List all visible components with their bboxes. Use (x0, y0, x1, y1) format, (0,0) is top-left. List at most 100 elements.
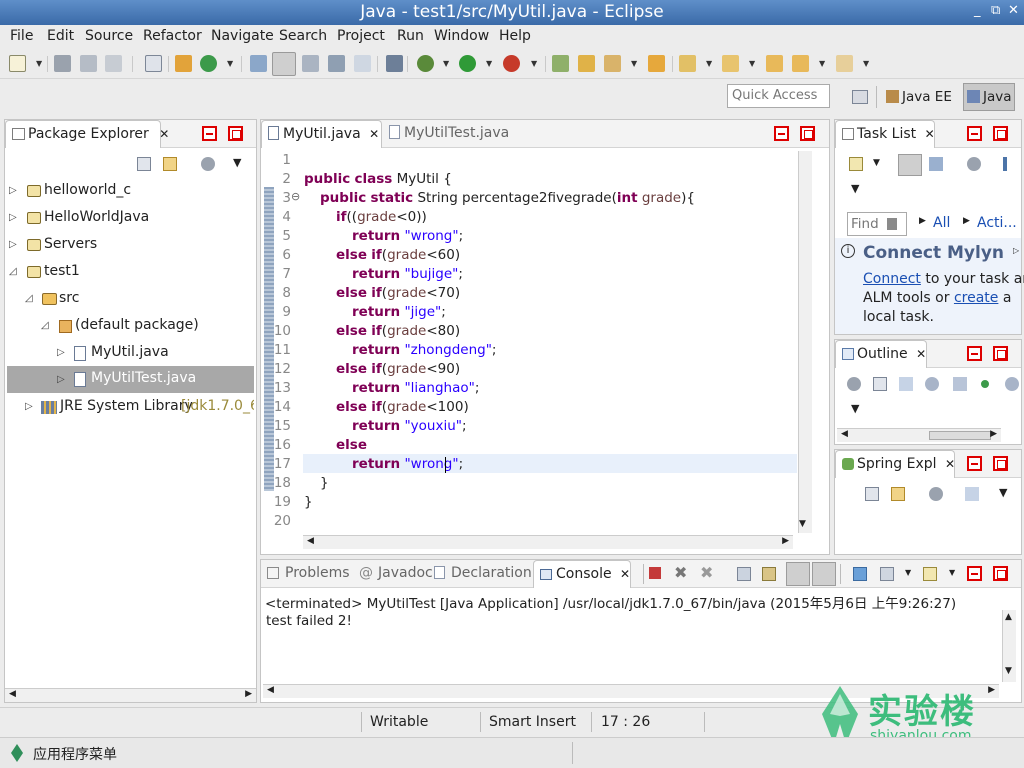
chevron-down-icon[interactable]: ▼ (863, 59, 869, 68)
chevron-down-icon[interactable]: ▼ (873, 158, 880, 168)
tree-expand-icon[interactable]: ▷ (57, 374, 65, 385)
refresh-icon[interactable] (200, 55, 217, 72)
chevron-down-icon[interactable]: ▼ (227, 59, 233, 68)
view-menu-filter-icon[interactable] (201, 157, 215, 171)
all-tasks-link[interactable]: All (933, 215, 950, 231)
create-link[interactable]: create (954, 290, 998, 306)
display-selected-console-icon[interactable] (880, 567, 894, 581)
hide-non-public-icon[interactable] (981, 380, 989, 388)
close-icon[interactable]: ✕ (159, 127, 169, 141)
scroll-right-icon[interactable]: ▶ (990, 429, 997, 439)
toggle-breadcrumb-icon[interactable] (302, 55, 319, 72)
search-tool-icon[interactable] (604, 55, 621, 72)
scroll-left-icon[interactable]: ◀ (841, 429, 848, 439)
hide-local-types-icon[interactable] (1005, 377, 1019, 391)
maximize-spring-explorer-button[interactable] (993, 456, 1008, 471)
remove-launch-icon[interactable]: ✖ (674, 563, 687, 582)
next-annotation-icon[interactable] (679, 55, 696, 72)
close-icon[interactable]: ✕ (916, 347, 926, 361)
filter-icon[interactable] (847, 377, 861, 391)
save-icon[interactable] (54, 55, 71, 72)
activate-task-link[interactable]: Acti... (977, 215, 1017, 231)
tab-task-list[interactable]: Task List ✕ (835, 120, 935, 148)
tab-console[interactable]: Console ✕ (533, 560, 631, 588)
application-menu-button[interactable]: 应用程序菜单 (33, 744, 117, 764)
scroll-thumb[interactable] (929, 431, 991, 440)
remove-all-terminated-icon[interactable]: ✖ (700, 563, 713, 582)
forward-arrow-icon[interactable] (836, 55, 853, 72)
package-explorer-hscrollbar[interactable]: ◀ ▶ (5, 688, 256, 702)
close-icon[interactable]: ✕ (925, 127, 935, 141)
last-edit-location-icon[interactable] (766, 55, 783, 72)
editor-vscrollbar[interactable]: ▼ (798, 151, 812, 533)
status-insert-mode[interactable]: Smart Insert (489, 714, 576, 730)
mark-occurrences-toggle[interactable] (272, 52, 296, 76)
tree-item-default-package[interactable]: ◿ (default package) (41, 317, 249, 337)
scroll-right-icon[interactable]: ▶ (782, 536, 789, 546)
show-console-on-stdout-toggle[interactable] (786, 562, 810, 586)
view-menu-chevron-icon[interactable]: ▼ (233, 156, 241, 169)
tree-item-src[interactable]: ◿ src (25, 290, 249, 310)
minimize-spring-explorer-button[interactable] (967, 456, 982, 471)
hide-fields-icon[interactable] (925, 377, 939, 391)
scheduled-icon[interactable] (929, 157, 943, 171)
editor-hscrollbar[interactable]: ◀ ▶ (303, 535, 793, 549)
chevron-down-icon[interactable]: ▼ (36, 59, 42, 68)
maximize-outline-button[interactable] (993, 346, 1008, 361)
open-console-icon[interactable] (923, 567, 937, 581)
hide-static-icon[interactable] (953, 377, 967, 391)
console-view-icon[interactable] (145, 55, 162, 72)
block-selection-icon[interactable] (328, 55, 345, 72)
chevron-down-icon[interactable]: ▼ (443, 59, 449, 68)
tree-item-myutiltest-java[interactable]: ▷ MyUtilTest.java (7, 366, 254, 393)
minimize-package-explorer-button[interactable] (202, 126, 217, 141)
close-icon[interactable]: ✕ (620, 567, 630, 581)
scroll-up-icon[interactable]: ▲ (1005, 612, 1012, 622)
menu-edit[interactable]: Edit (47, 28, 74, 44)
new-java-project-icon[interactable] (175, 55, 192, 72)
new-server-icon[interactable] (552, 55, 569, 72)
tree-expand-icon[interactable]: ▷ (9, 212, 17, 223)
pin-console-icon[interactable] (853, 567, 867, 581)
tree-expand-icon[interactable]: ▷ (9, 185, 17, 196)
tab-javadoc[interactable]: @ Javadoc (359, 565, 433, 581)
terminate-icon[interactable] (649, 567, 661, 579)
sort-icon[interactable] (899, 377, 913, 391)
new-task-icon[interactable] (849, 157, 863, 171)
quick-access-input[interactable]: Quick Access (727, 84, 830, 108)
sort-icon[interactable] (965, 487, 979, 501)
categorized-toggle[interactable] (898, 154, 922, 176)
tree-item-test1[interactable]: ◿ test1 (9, 263, 249, 283)
menu-window[interactable]: Window (434, 28, 489, 44)
tree-expand-icon[interactable]: ▷ (9, 239, 17, 250)
app-menu-leaf-icon[interactable] (10, 744, 24, 762)
scroll-left-icon[interactable]: ◀ (267, 685, 274, 695)
collapse-all-icon[interactable] (137, 157, 151, 171)
outline-hscrollbar[interactable]: ◀ ▶ (837, 428, 1001, 442)
scroll-down-icon[interactable]: ▼ (799, 519, 806, 529)
tree-item-jre-system-library[interactable]: ▷ JRE System Library [jdk1.7.0_67] (25, 398, 254, 418)
chevron-down-icon[interactable]: ▼ (819, 59, 825, 68)
scroll-left-icon[interactable]: ◀ (307, 536, 314, 546)
maximize-editor-button[interactable] (800, 126, 815, 141)
tree-item-helloworld-c[interactable]: ▷ helloworld_c (9, 182, 249, 202)
maximize-package-explorer-button[interactable] (228, 126, 243, 141)
chevron-down-icon[interactable]: ▼ (486, 59, 492, 68)
clear-console-icon[interactable] (737, 567, 751, 581)
close-icon[interactable]: ✕ (945, 457, 955, 471)
tab-package-explorer[interactable]: Package Explorer ✕ (5, 120, 169, 148)
collapse-all-icon[interactable] (873, 377, 887, 391)
tree-item-servers[interactable]: ▷ Servers (9, 236, 249, 256)
chevron-right-icon[interactable]: ▷ (1013, 246, 1019, 255)
tree-expand-icon[interactable]: ▷ (57, 347, 65, 358)
scroll-down-icon[interactable]: ▼ (1005, 666, 1012, 676)
open-perspective-icon[interactable] (852, 90, 868, 104)
filter-icon[interactable] (929, 487, 943, 501)
restore-window-button[interactable]: ⧉ (991, 3, 1000, 18)
scroll-right-icon[interactable]: ▶ (245, 689, 252, 699)
console-vscrollbar[interactable]: ▲ ▼ (1002, 610, 1016, 682)
link-with-editor-icon[interactable] (891, 487, 905, 501)
maximize-task-list-button[interactable] (993, 126, 1008, 141)
view-menu-chevron-icon[interactable]: ▼ (851, 182, 859, 195)
save-all-icon[interactable] (80, 55, 97, 72)
